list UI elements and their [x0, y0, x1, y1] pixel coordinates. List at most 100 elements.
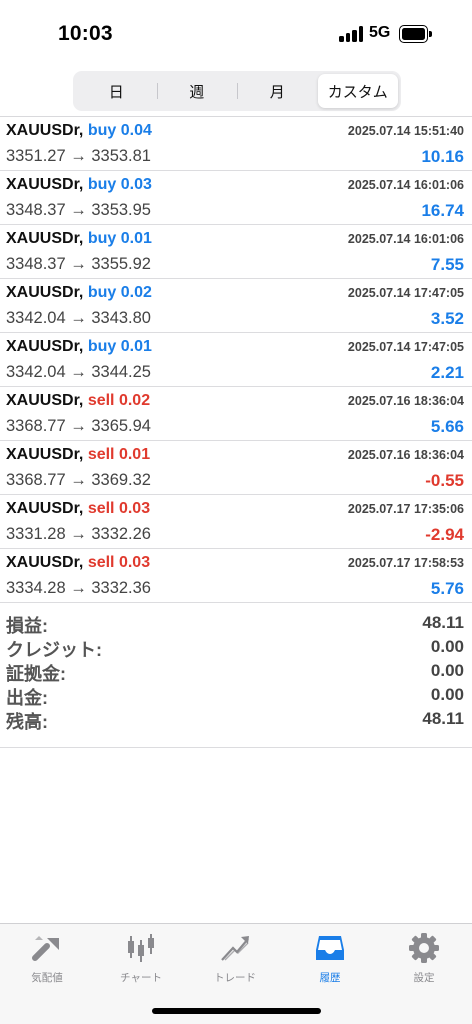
- tab-chart[interactable]: チャート: [94, 932, 188, 988]
- tab-custom[interactable]: カスタム: [317, 74, 398, 108]
- deal-symbol-name: XAUUSDr,: [6, 122, 84, 139]
- deal-symbol: XAUUSDr, buy 0.03: [6, 176, 152, 194]
- deal-symbol: XAUUSDr, sell 0.03: [6, 554, 150, 572]
- deal-row[interactable]: XAUUSDr, buy 0.01 2025.07.14 17:47:05 3342…: [0, 333, 472, 387]
- deal-prices: 3342.04 → 3343.80: [6, 309, 151, 328]
- deal-open-price: 3368.77: [6, 417, 66, 435]
- deal-row[interactable]: XAUUSDr, buy 0.04 2025.07.14 15:51:40 3351…: [0, 117, 472, 171]
- deal-time: 2025.07.14 15:51:40: [347, 124, 464, 138]
- summary-label: 損益:: [6, 616, 48, 636]
- deal-open-price: 3351.27: [6, 147, 66, 165]
- deal-close-price: 3369.32: [91, 471, 151, 489]
- network-type: 5G: [369, 24, 391, 41]
- tab-quotes[interactable]: 気配値: [0, 932, 94, 988]
- summary-section: 損益: 48.11 クレジット: 0.00 証拠金: 0.00 出金: 0.00 残高: 48.1…: [0, 612, 472, 732]
- deal-profit: -0.55: [425, 471, 464, 490]
- deal-symbol-name: XAUUSDr,: [6, 284, 84, 301]
- deal-list: XAUUSDr, buy 0.04 2025.07.14 15:51:40 3351…: [0, 116, 472, 603]
- status-bar: 10:03 5G: [0, 0, 472, 60]
- deal-prices: 3368.77 → 3369.32: [6, 471, 151, 490]
- deal-volume: 0.02: [118, 392, 151, 409]
- deal-prices: 3342.04 → 3344.25: [6, 363, 151, 382]
- deal-close-price: 3365.94: [91, 417, 151, 435]
- deal-volume: 0.01: [120, 338, 152, 355]
- deal-open-price: 3342.04: [6, 363, 66, 381]
- chart-icon: [128, 934, 154, 962]
- deal-profit: 5.76: [430, 579, 464, 598]
- summary-label: クレジット:: [6, 640, 102, 660]
- deal-volume: 0.04: [120, 122, 152, 139]
- deal-symbol: XAUUSDr, buy 0.04: [6, 122, 152, 140]
- summary-value: 48.11: [422, 709, 464, 728]
- deal-side: buy 0.03: [87, 176, 152, 193]
- deal-row[interactable]: XAUUSDr, buy 0.03 2025.07.14 16:01:06 3348…: [0, 171, 472, 225]
- summary-row: 残高: 48.11: [0, 708, 472, 732]
- period-segmented-control: 日 週 月 カスタム: [73, 71, 401, 111]
- arrow-icon: →: [70, 309, 87, 327]
- deal-row[interactable]: XAUUSDr, sell 0.02 2025.07.16 18:36:04 336…: [0, 387, 472, 441]
- arrow-icon: →: [70, 417, 87, 435]
- tab-settings[interactable]: 設定: [377, 932, 471, 988]
- deal-prices: 3351.27 → 3353.81: [6, 147, 151, 166]
- deal-prices: 3348.37 → 3355.92: [6, 255, 151, 274]
- deal-close-price: 3332.26: [91, 525, 151, 543]
- tab-history[interactable]: 履歴: [283, 932, 377, 988]
- tab-day[interactable]: 日: [76, 74, 157, 108]
- tab-quotes-label: 気配値: [31, 972, 63, 984]
- summary-label: 出金:: [6, 688, 48, 708]
- history-icon: [316, 936, 344, 960]
- deal-profit: 7.55: [430, 255, 464, 274]
- deal-symbol-name: XAUUSDr,: [6, 554, 84, 571]
- deal-profit: 5.66: [430, 417, 464, 436]
- summary-label: 残高:: [6, 712, 48, 732]
- deal-close-price: 3353.95: [91, 201, 151, 219]
- tab-history-label: 履歴: [319, 972, 341, 984]
- deal-time: 2025.07.16 18:36:04: [347, 394, 464, 408]
- tab-week[interactable]: 週: [156, 74, 238, 108]
- deal-row[interactable]: XAUUSDr, sell 0.01 2025.07.16 18:36:04 336…: [0, 441, 472, 495]
- summary-row: 損益: 48.11: [0, 612, 472, 636]
- deal-profit: -2.94: [425, 525, 464, 544]
- deal-side: buy 0.01: [87, 230, 152, 247]
- deal-row[interactable]: XAUUSDr, sell 0.03 2025.07.17 17:58:53 333…: [0, 549, 472, 603]
- deal-volume: 0.01: [118, 446, 151, 463]
- deal-side: buy 0.02: [87, 284, 152, 301]
- summary-row: 出金: 0.00: [0, 684, 472, 708]
- deal-row[interactable]: XAUUSDr, buy 0.01 2025.07.14 16:01:06 3348…: [0, 225, 472, 279]
- deal-symbol: XAUUSDr, buy 0.02: [6, 284, 152, 302]
- deal-symbol-name: XAUUSDr,: [6, 500, 84, 517]
- deal-side: sell 0.03: [87, 500, 151, 517]
- deal-time: 2025.07.16 18:36:04: [347, 448, 464, 462]
- deal-row[interactable]: XAUUSDr, sell 0.03 2025.07.17 17:35:06 333…: [0, 495, 472, 549]
- deal-profit: 10.16: [421, 147, 464, 166]
- deal-prices: 3348.37 → 3353.95: [6, 201, 151, 220]
- summary-divider: [0, 747, 472, 748]
- deal-profit: 16.74: [421, 201, 464, 220]
- deal-side: sell 0.02: [87, 392, 151, 409]
- deal-symbol-name: XAUUSDr,: [6, 176, 84, 193]
- deal-prices: 3368.77 → 3365.94: [6, 417, 151, 436]
- settings-icon: [409, 933, 439, 963]
- deal-side: buy 0.04: [87, 122, 152, 139]
- quotes-icon: [32, 936, 59, 961]
- deal-row[interactable]: XAUUSDr, buy 0.02 2025.07.14 17:47:05 3342…: [0, 279, 472, 333]
- deal-open-price: 3348.37: [6, 255, 66, 273]
- tab-trade-label: トレード: [214, 972, 256, 984]
- arrow-icon: →: [70, 363, 87, 381]
- deal-symbol: XAUUSDr, sell 0.02: [6, 392, 150, 410]
- deal-time: 2025.07.14 16:01:06: [347, 232, 464, 246]
- arrow-icon: →: [70, 147, 87, 165]
- deal-open-price: 3348.37: [6, 201, 66, 219]
- deal-open-price: 3342.04: [6, 309, 66, 327]
- summary-value: 0.00: [430, 661, 464, 680]
- deal-symbol-name: XAUUSDr,: [6, 338, 84, 355]
- tab-month[interactable]: 月: [237, 74, 318, 108]
- deal-prices: 3331.28 → 3332.26: [6, 525, 151, 544]
- summary-label: 証拠金:: [6, 664, 66, 684]
- deal-close-price: 3353.81: [91, 147, 151, 165]
- deal-time: 2025.07.17 17:58:53: [347, 556, 464, 570]
- deal-symbol: XAUUSDr, buy 0.01: [6, 230, 152, 248]
- deal-open-price: 3334.28: [6, 579, 66, 597]
- tab-trade[interactable]: トレード: [188, 932, 282, 988]
- deal-close-price: 3343.80: [91, 309, 151, 327]
